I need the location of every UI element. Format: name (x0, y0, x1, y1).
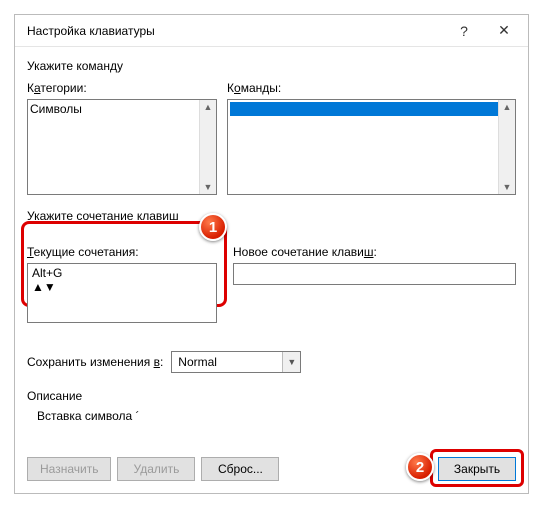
description-heading: Описание (27, 389, 516, 403)
save-changes-value: Normal (172, 355, 282, 369)
save-changes-combobox[interactable]: Normal ▼ (171, 351, 301, 373)
delete-button[interactable]: Удалить (117, 457, 195, 481)
new-key-input[interactable] (233, 263, 516, 285)
annotation-badge-2: 2 (406, 453, 434, 481)
current-keys-listbox[interactable]: Alt+G ▲▼ (27, 263, 217, 323)
help-button[interactable]: ? (444, 17, 484, 45)
commands-label: Команды: (227, 81, 516, 95)
current-keys-wrap: 1 Текущие сочетания: Alt+G ▲▼ (27, 241, 223, 323)
current-key-item[interactable]: Alt+G (32, 266, 212, 280)
command-row: Категории: Символы ▲▼ Команды: ▲▼ (27, 77, 516, 195)
keys-row: 1 Текущие сочетания: Alt+G ▲▼ Новое соче… (27, 241, 516, 323)
reset-button[interactable]: Сброс... (201, 457, 279, 481)
chevron-down-icon[interactable]: ▼ (282, 352, 300, 372)
scroll-down-icon[interactable]: ▼ (204, 180, 213, 194)
annotation-badge-1: 1 (199, 213, 227, 241)
close-window-button[interactable]: ✕ (484, 17, 524, 45)
close-button-wrap: 2 Закрыть (438, 457, 516, 481)
save-changes-label: Сохранить изменения в: (27, 355, 163, 369)
categories-listbox[interactable]: Символы ▲▼ (27, 99, 217, 195)
close-button[interactable]: Закрыть (438, 457, 516, 481)
scroll-down-icon[interactable]: ▼ (44, 280, 56, 294)
save-changes-row: Сохранить изменения в: Normal ▼ (27, 351, 516, 373)
new-key-label: Новое сочетание клавиш: (233, 245, 516, 259)
categories-label: Категории: (27, 81, 217, 95)
description-block: Описание Вставка символа ´ (27, 389, 516, 423)
current-keys-label: Текущие сочетания: (27, 245, 223, 259)
section-specify-command: Укажите команду (27, 59, 516, 73)
scroll-down-icon[interactable]: ▼ (503, 180, 512, 194)
commands-listbox[interactable]: ▲▼ (227, 99, 516, 195)
scroll-up-icon[interactable]: ▲ (32, 280, 44, 294)
scrollbar[interactable]: ▲▼ (498, 100, 515, 194)
assign-button[interactable]: Назначить (27, 457, 111, 481)
titlebar: Настройка клавиатуры ? ✕ (15, 15, 528, 47)
dialog-content: Укажите команду Категории: Символы ▲▼ Ко… (15, 47, 528, 493)
commands-column: Команды: ▲▼ (227, 77, 516, 195)
scroll-up-icon[interactable]: ▲ (204, 100, 213, 114)
new-key-column: Новое сочетание клавиш: (233, 241, 516, 285)
categories-item[interactable]: Символы (30, 102, 214, 116)
button-row: Назначить Удалить Сброс... 2 Закрыть (27, 439, 516, 481)
scrollbar[interactable]: ▲▼ (199, 100, 216, 194)
categories-column: Категории: Символы ▲▼ (27, 77, 217, 195)
commands-selected-item[interactable] (230, 102, 513, 116)
description-text: Вставка символа ´ (27, 403, 516, 423)
scrollbar[interactable]: ▲▼ (32, 280, 212, 294)
section-specify-keys: Укажите сочетание клавиш (27, 209, 516, 223)
keyboard-customize-dialog: Настройка клавиатуры ? ✕ Укажите команду… (14, 14, 529, 494)
dialog-title: Настройка клавиатуры (27, 24, 444, 38)
scroll-up-icon[interactable]: ▲ (503, 100, 512, 114)
